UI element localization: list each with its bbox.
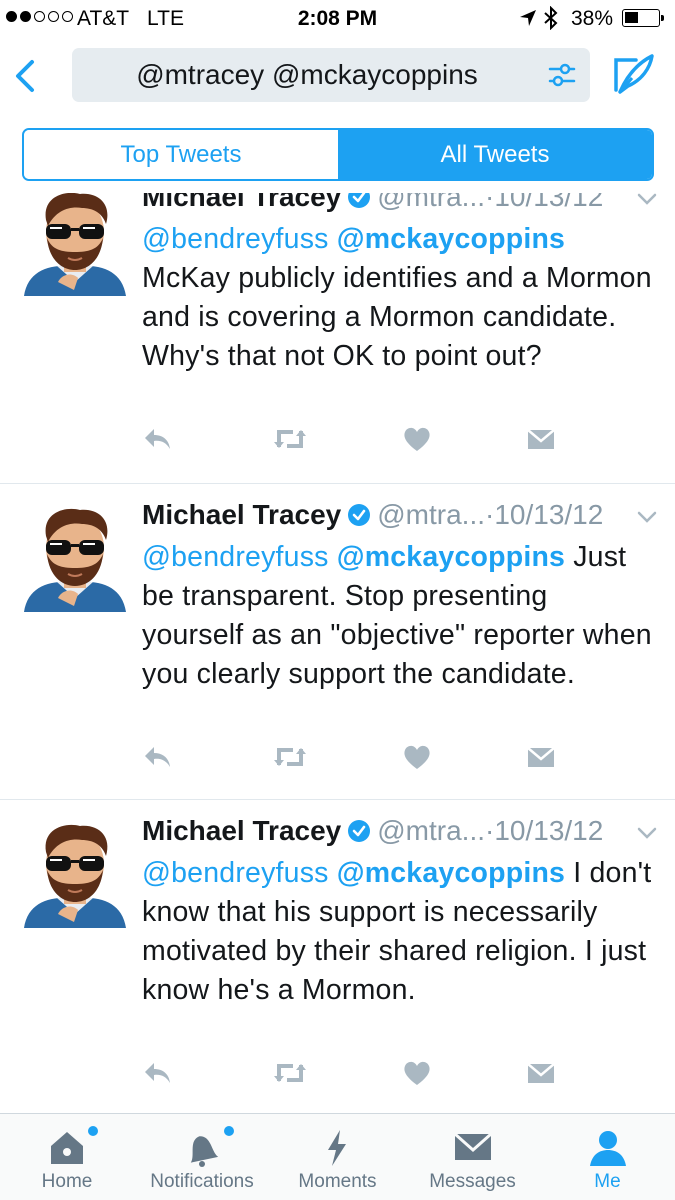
verified-badge-icon — [348, 193, 371, 208]
like-heart-icon[interactable] — [402, 1059, 432, 1087]
separator-dot: · — [485, 193, 495, 212]
bottom-tab-bar: Home Notifications Moments Messages Me — [0, 1113, 675, 1200]
tweet-date: 10/13/12 — [494, 193, 604, 212]
tweet-header: Michael Tracey @mtra...·10/13/12 — [142, 193, 662, 215]
direct-message-icon[interactable] — [526, 743, 556, 771]
status-bar: AT&T LTE 2:08 PM 38% — [0, 0, 675, 38]
tweet-actions — [142, 1059, 562, 1093]
avatar[interactable] — [22, 822, 128, 928]
tweet-text: @bendreyfuss @mckaycoppins I don't know … — [142, 854, 652, 1010]
reply-icon[interactable] — [142, 743, 172, 771]
avatar[interactable] — [22, 193, 128, 296]
notifications-new-indicator — [224, 1126, 234, 1136]
like-heart-icon[interactable] — [402, 425, 432, 453]
tab-label: Me — [594, 1171, 621, 1192]
tab-all-tweets[interactable]: All Tweets — [338, 130, 652, 179]
tab-label: Home — [41, 1171, 93, 1192]
battery-percent: 38% — [571, 7, 614, 30]
tab-notifications[interactable]: Notifications — [134, 1114, 270, 1200]
tweet-text: @bendreyfuss @mckaycoppins McKay publicl… — [142, 220, 652, 376]
retweet-icon[interactable] — [272, 425, 308, 453]
tweet-filter-segmented-control: Top Tweets All Tweets — [22, 128, 654, 181]
mention-link[interactable]: @bendreyfuss — [142, 541, 329, 573]
tweet-body: McKay publicly identifies and a Mormon a… — [142, 262, 652, 372]
tweet-text: @bendreyfuss @mckaycoppins Just be trans… — [142, 538, 652, 694]
mention-link[interactable]: @mckaycoppins — [337, 541, 565, 573]
chevron-down-icon[interactable] — [636, 826, 658, 840]
tab-label: Messages — [429, 1171, 516, 1192]
mention-link[interactable]: @bendreyfuss — [142, 223, 329, 255]
author-name[interactable]: Michael Tracey — [142, 499, 341, 530]
tab-me[interactable]: Me — [540, 1114, 675, 1200]
like-heart-icon[interactable] — [402, 743, 432, 771]
tweet-actions — [142, 743, 562, 777]
battery-icon — [622, 9, 664, 27]
tweet-timeline[interactable]: Michael Tracey @mtra...·10/13/12 @bendrey… — [0, 193, 675, 1113]
tweet-actions — [142, 425, 562, 459]
chevron-down-icon[interactable] — [636, 510, 658, 524]
search-field[interactable]: @mtracey @mckaycoppins — [72, 48, 590, 102]
tweet-card[interactable]: Michael Tracey @mtra...·10/13/12 @bendrey… — [0, 484, 675, 800]
author-name[interactable]: Michael Tracey — [142, 193, 341, 212]
bell-icon — [190, 1136, 219, 1167]
tab-label: Notifications — [150, 1171, 254, 1192]
tweet-card[interactable]: Michael Tracey @mtra...·10/13/12 @bendrey… — [0, 800, 675, 1113]
retweet-icon[interactable] — [272, 1059, 308, 1087]
envelope-icon — [454, 1132, 492, 1160]
reply-icon[interactable] — [142, 425, 172, 453]
tweet-date: 10/13/12 — [494, 499, 604, 530]
filter-settings-icon[interactable] — [548, 62, 576, 88]
mention-link[interactable]: @bendreyfuss — [142, 857, 329, 889]
tab-label: Moments — [298, 1171, 377, 1192]
author-handle[interactable]: @mtra... — [377, 193, 485, 212]
separator-dot: · — [485, 815, 495, 846]
tab-moments[interactable]: Moments — [270, 1114, 405, 1200]
lightning-bolt-icon — [328, 1130, 346, 1166]
tab-top-tweets[interactable]: Top Tweets — [24, 130, 338, 179]
tweet-header: Michael Tracey @mtra...·10/13/12 — [142, 815, 662, 849]
bluetooth-icon — [544, 6, 558, 30]
compose-tweet-icon[interactable] — [612, 52, 658, 98]
direct-message-icon[interactable] — [526, 425, 556, 453]
tweet-card[interactable]: Michael Tracey @mtra...·10/13/12 @bendrey… — [0, 193, 675, 484]
location-arrow-icon — [520, 10, 536, 26]
author-handle[interactable]: @mtra... — [377, 815, 485, 846]
search-query[interactable]: @mtracey @mckaycoppins — [72, 59, 542, 91]
tweet-header: Michael Tracey @mtra...·10/13/12 — [142, 499, 662, 533]
tab-messages[interactable]: Messages — [405, 1114, 540, 1200]
mention-link[interactable]: @mckaycoppins — [337, 223, 565, 255]
verified-badge-icon — [348, 820, 371, 842]
author-handle[interactable]: @mtra... — [377, 499, 485, 530]
tab-home[interactable]: Home — [0, 1114, 134, 1200]
reply-icon[interactable] — [142, 1059, 172, 1087]
avatar[interactable] — [22, 506, 128, 612]
retweet-icon[interactable] — [272, 743, 308, 771]
mention-link[interactable]: @mckaycoppins — [337, 857, 565, 889]
back-chevron-icon[interactable] — [10, 56, 40, 96]
verified-badge-icon — [348, 504, 371, 526]
tweet-date: 10/13/12 — [494, 815, 604, 846]
chevron-down-icon[interactable] — [636, 193, 658, 206]
home-icon — [51, 1132, 83, 1164]
home-new-indicator — [88, 1126, 98, 1136]
direct-message-icon[interactable] — [526, 1059, 556, 1087]
separator-dot: · — [485, 499, 495, 530]
author-name[interactable]: Michael Tracey — [142, 815, 341, 846]
person-icon — [590, 1131, 626, 1166]
